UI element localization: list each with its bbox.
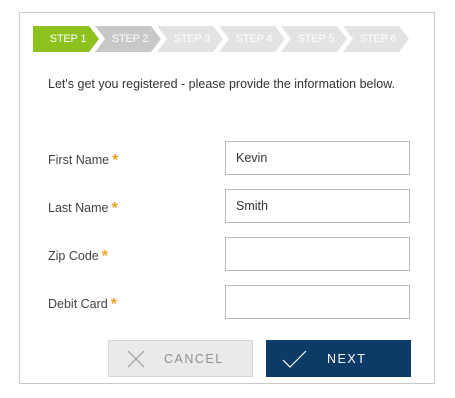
last-name-input[interactable] [225,189,410,223]
cancel-button[interactable]: CANCEL [108,340,253,377]
step-5-label: STEP 5 [297,33,335,45]
step-2: STEP 2 [95,26,161,52]
step-1-label: STEP 1 [49,33,87,45]
first-name-label: First Name * [48,151,118,169]
debit-card-input[interactable] [225,285,410,319]
intro-text: Let's get you registered - please provid… [48,77,396,91]
cancel-button-label: CANCEL [164,351,224,366]
zip-code-label: Zip Code * [48,247,108,265]
last-name-label: Last Name * [48,199,118,217]
next-button-label: NEXT [327,351,367,366]
registration-card: STEP 1 STEP 2 STEP 3 STEP 4 STEP 5 STEP … [19,12,435,384]
debit-card-label: Debit Card * [48,295,117,313]
zip-code-label-text: Zip Code [48,249,99,263]
step-4-label: STEP 4 [235,33,273,45]
required-asterisk: * [112,152,119,169]
step-3: STEP 3 [157,26,223,52]
step-2-label: STEP 2 [111,33,149,45]
step-6-label: STEP 6 [359,33,397,45]
step-5: STEP 5 [281,26,347,52]
step-3-label: STEP 3 [173,33,211,45]
required-asterisk: * [111,200,118,217]
debit-card-label-text: Debit Card [48,297,108,311]
step-progress-bar: STEP 1 STEP 2 STEP 3 STEP 4 STEP 5 STEP … [33,26,425,52]
step-1: STEP 1 [33,26,99,52]
required-asterisk: * [110,296,117,313]
zip-code-input[interactable] [225,237,410,271]
last-name-label-text: Last Name [48,201,109,215]
required-asterisk: * [101,248,108,265]
checkmark-icon [282,350,307,368]
step-4: STEP 4 [219,26,285,52]
close-icon [127,350,145,368]
first-name-input[interactable] [225,141,410,175]
first-name-label-text: First Name [48,153,110,167]
next-button[interactable]: NEXT [266,340,411,377]
step-6: STEP 6 [343,26,409,52]
